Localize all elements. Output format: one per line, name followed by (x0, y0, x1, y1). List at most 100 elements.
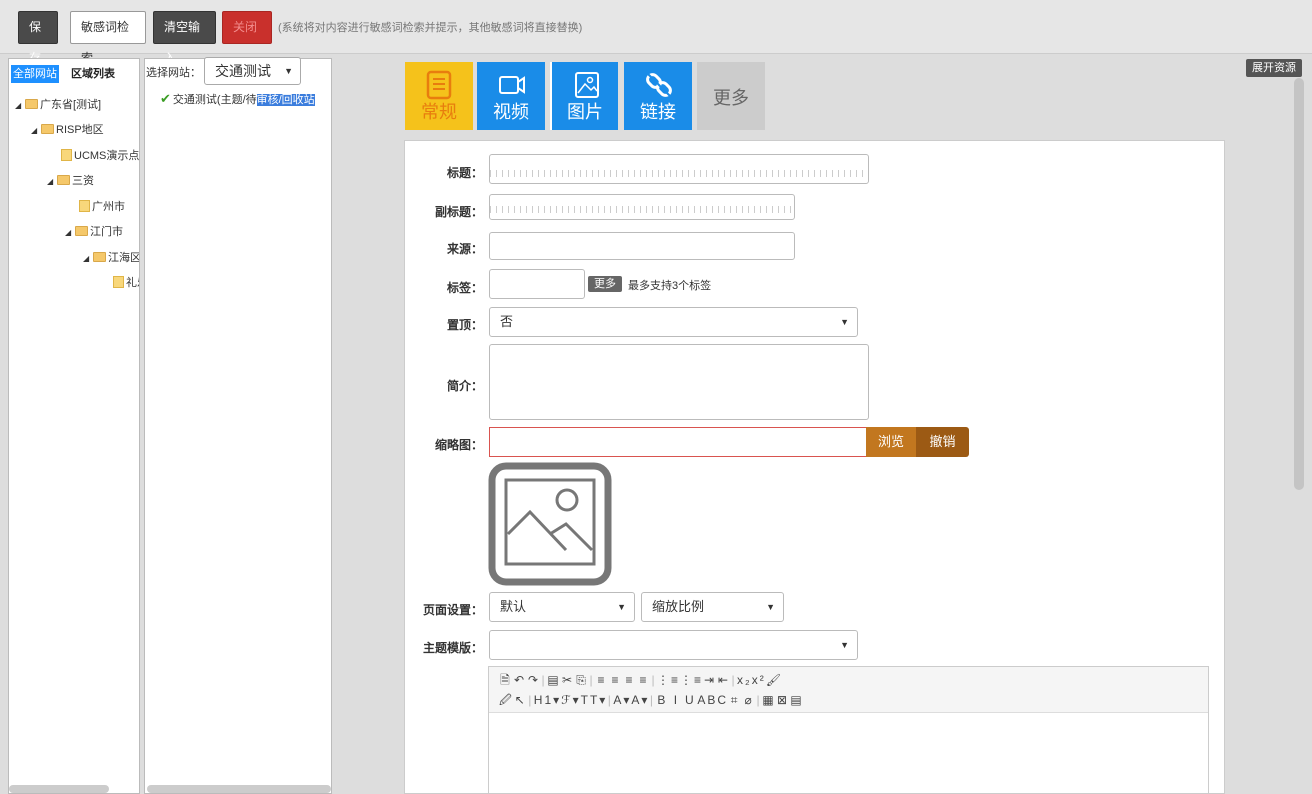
folder-icon (93, 252, 106, 262)
tree-node[interactable]: ◢ 广东省[测试] (15, 97, 101, 113)
editor-tool-icon[interactable]: 🗎 (499, 671, 513, 692)
folder-icon (57, 175, 70, 185)
tags-input[interactable] (489, 269, 585, 299)
editor-tool-icon[interactable]: ≡ (637, 673, 651, 687)
tree-node[interactable]: ◢ 三资 (47, 173, 94, 189)
subtitle-input[interactable] (489, 194, 795, 220)
tree-node[interactable]: 礼乐 (113, 275, 139, 291)
title-label: 标题： (446, 166, 483, 180)
editor-tool-icon[interactable]: ≡ (595, 673, 609, 687)
browse-button[interactable]: 浏览 (866, 427, 916, 457)
tab-general[interactable]: 常规 (405, 62, 473, 130)
subtitle-label: 副标题： (434, 205, 483, 219)
editor-tool-icon[interactable]: H1▾ (534, 693, 561, 707)
tab-region-list[interactable]: 区域列表 (69, 65, 117, 83)
editor-tool-icon[interactable]: ABC (697, 693, 728, 707)
template-select[interactable]: ▼ (489, 630, 858, 660)
editor-tool-icon[interactable]: ↶ (513, 673, 527, 687)
check-icon: ✔ (160, 91, 171, 106)
editor-tool-icon[interactable]: ⇤ (717, 673, 731, 687)
source-input[interactable] (489, 232, 795, 260)
tags-label: 标签： (446, 281, 483, 295)
editor-tool-icon[interactable]: ⌀ (742, 693, 756, 707)
editor-tool-icon[interactable]: ⊠ (776, 693, 790, 707)
editor-tool-icon[interactable]: ⋮≡ (680, 673, 703, 687)
horizontal-scrollbar[interactable] (147, 785, 331, 793)
thumbnail-input[interactable] (489, 427, 867, 457)
tree-node[interactable]: ◢ 江门市 (65, 224, 123, 240)
expand-icon[interactable]: ◢ (47, 174, 57, 190)
editor-tool-icon[interactable]: ⋮≡ (657, 673, 680, 687)
folder-icon (25, 99, 38, 109)
tree-node[interactable]: 广州市 (79, 199, 125, 215)
editor-tool-icon[interactable]: ⎘ (575, 673, 589, 688)
editor-tool-icon[interactable]: ⌗ (728, 693, 742, 708)
title-input[interactable] (489, 154, 869, 184)
thumbnail-label: 缩略图： (434, 438, 483, 452)
expand-resources-button[interactable]: 展开资源 (1246, 59, 1302, 77)
vertical-scrollbar[interactable] (1294, 78, 1304, 490)
editor-tool-icon[interactable]: A▾ (613, 693, 631, 707)
caret-down-icon: ▼ (617, 602, 626, 612)
document-icon (426, 70, 452, 100)
editor-tool-icon[interactable]: x₂ (737, 673, 752, 687)
editor-tool-icon[interactable]: TT▾ (581, 693, 608, 707)
file-icon (79, 200, 90, 212)
editor-tool-icon[interactable]: 🖌 (766, 673, 783, 687)
tab-link[interactable]: 链接 (624, 62, 692, 130)
editor-tool-icon[interactable]: ▤ (790, 693, 804, 707)
tab-all-sites[interactable]: 全部网站 (11, 65, 59, 83)
clear-input-button[interactable]: 清空输入 (153, 11, 216, 65)
editor-tool-icon[interactable]: ▤ (547, 673, 561, 687)
site-select[interactable]: 交通测试 ▼ (204, 57, 301, 85)
editor-tool-icon[interactable]: ℱ▾ (561, 693, 580, 707)
expand-icon[interactable]: ◢ (83, 251, 93, 267)
tags-note: 最多支持3个标签 (628, 280, 712, 292)
tree-node[interactable]: ◢ 江海区 (83, 250, 139, 267)
tree-node[interactable]: UCMS演示点 (61, 148, 139, 164)
editor-tool-icon[interactable]: ▦ (762, 693, 776, 707)
tab-video[interactable]: 视频 (477, 62, 545, 130)
horizontal-scrollbar[interactable] (9, 785, 109, 793)
tags-more-button[interactable]: 更多 (588, 276, 622, 292)
page-settings-select[interactable]: 默认 ▼ (489, 592, 635, 622)
tab-image[interactable]: 图片 (550, 62, 618, 130)
page-settings-label: 页面设置： (422, 603, 483, 617)
top-select[interactable]: 否 ▼ (489, 307, 858, 337)
template-label: 主题模版： (422, 641, 483, 655)
editor-tool-icon[interactable]: ↖ (514, 693, 528, 707)
close-button[interactable]: 关闭 (222, 11, 272, 44)
editor-tool-icon[interactable]: ≡ (623, 673, 637, 687)
toolbar-note: (系统将对内容进行敏感词检索并提示，其他敏感词将直接替换) (278, 22, 583, 34)
expand-icon[interactable]: ◢ (65, 225, 75, 241)
caret-down-icon: ▼ (840, 317, 849, 327)
editor-tool-icon[interactable]: x² (752, 673, 766, 687)
tree-node[interactable]: ◢ RISP地区 (31, 122, 104, 138)
video-icon (499, 76, 525, 94)
editor-tool-icon[interactable]: ✂ (561, 673, 575, 687)
save-button[interactable]: 保存 (18, 11, 58, 65)
editor-tool-icon[interactable]: 🖉 (499, 691, 514, 712)
source-label: 来源： (446, 242, 483, 256)
editor-tool-icon[interactable]: A▾ (631, 693, 649, 707)
editor-tool-icon[interactable]: B (655, 693, 669, 707)
expand-icon[interactable]: ◢ (31, 123, 41, 139)
top-label: 置顶： (446, 318, 483, 332)
image-placeholder-icon (488, 462, 612, 586)
editor-tool-icon[interactable]: ≡ (609, 673, 623, 687)
scale-select[interactable]: 缩放比例 ▼ (641, 592, 784, 622)
expand-icon[interactable]: ◢ (15, 98, 25, 114)
folder-icon (75, 226, 88, 236)
rich-text-editor[interactable]: 🗎 ↶ ↷|▤✂ ⎘ | ≡ ≡ ≡ ≡ |⋮≡⋮≡⇥ ⇤|x₂x²🖌 🖉↖|H1▾ℱ▾TT▾|A▾… (488, 666, 1209, 794)
tab-more[interactable]: 更多 (697, 62, 765, 130)
editor-tool-icon[interactable]: I (669, 693, 683, 707)
editor-tool-icon[interactable]: ↷ (527, 673, 541, 687)
file-icon (61, 149, 72, 161)
editor-tool-icon[interactable]: ⇥ (703, 673, 717, 687)
site-list-item[interactable]: ✔ 交通测试(主题/待审核/回收站 (160, 91, 315, 107)
editor-toolbar: 🗎 ↶ ↷|▤✂ ⎘ | ≡ ≡ ≡ ≡ |⋮≡⋮≡⇥ ⇤|x₂x²🖌 🖉↖|H1▾ℱ▾TT▾|A▾… (489, 667, 1208, 713)
editor-tool-icon[interactable]: U (683, 693, 697, 707)
sensitive-check-button[interactable]: 敏感词检索 (70, 11, 146, 65)
summary-textarea[interactable] (489, 344, 869, 420)
cancel-button[interactable]: 撤销 (916, 427, 969, 457)
